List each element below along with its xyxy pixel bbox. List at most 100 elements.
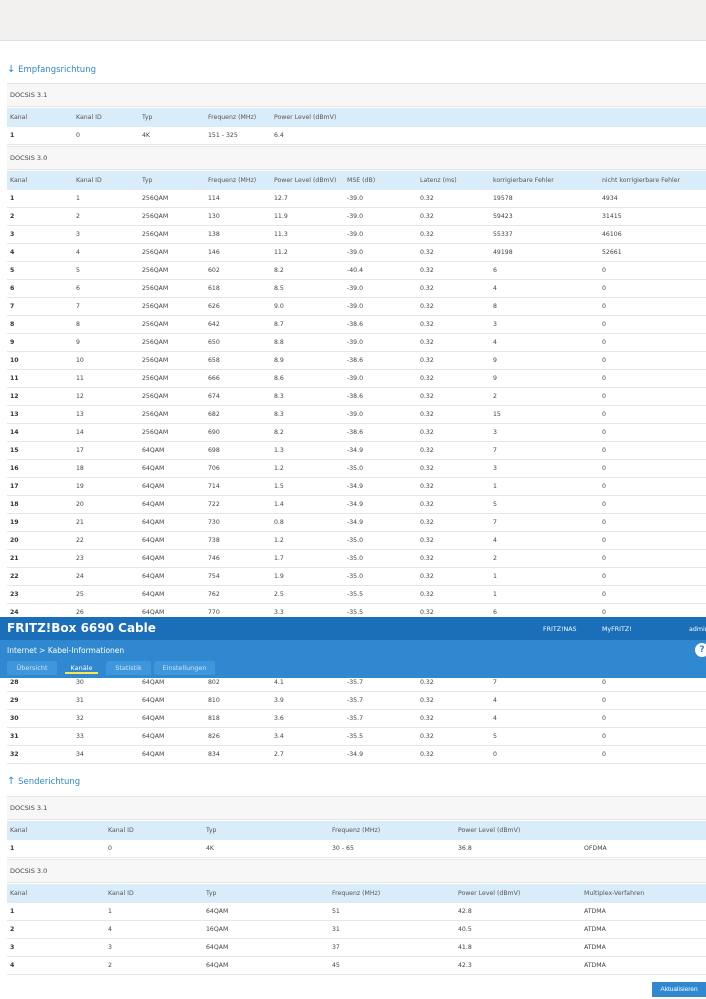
table-cell: 1: [493, 483, 497, 490]
table-cell: 31415: [602, 213, 622, 220]
group-header-docsis31-down: DOCSIS 3.1: [7, 83, 706, 107]
tab-statistik[interactable]: Statistik: [106, 661, 151, 675]
column-header: Frequenz (MHz): [332, 890, 381, 897]
table-cell: 0: [602, 447, 606, 454]
table-row: 2 4 16QAM 31 40.5 ATDMA: [7, 921, 706, 939]
table-cell: 0.32: [420, 429, 434, 436]
table-cell: 11: [76, 375, 84, 382]
refresh-button[interactable]: Aktualisieren: [652, 982, 706, 997]
table-cell: 6: [493, 267, 497, 274]
table-cell: 256QAM: [142, 375, 169, 382]
table-cell: 64QAM: [142, 591, 165, 598]
table-cell: 21: [76, 519, 84, 526]
table-cell: 0.32: [420, 519, 434, 526]
table-cell: 2: [10, 213, 15, 220]
tab-uebersicht[interactable]: Übersicht: [7, 661, 57, 675]
table-cell: 7: [493, 519, 497, 526]
table-row: 17 19 64QAM 714 1.5 -34.9 0.32 1 0: [7, 478, 706, 496]
active-tab-underline: [65, 672, 98, 674]
table-cell: 9: [76, 339, 80, 346]
tab-einstellungen[interactable]: Einstellungen: [154, 661, 215, 675]
table-cell: 738: [208, 537, 220, 544]
table-cell: 36.8: [458, 845, 472, 852]
table-cell: 834: [208, 751, 220, 758]
table-row: 29 31 64QAM 810 3.9 -35.7 0.32 4 0: [7, 692, 706, 710]
table-row: 1 1 256QAM 114 12.7 -39.0 0.32 19578 4934: [7, 190, 706, 208]
table-cell: 658: [208, 357, 220, 364]
table-cell: 256QAM: [142, 321, 169, 328]
group-header-docsis31-up: DOCSIS 3.1: [7, 796, 706, 820]
table-cell: 1: [493, 573, 497, 580]
link-admin[interactable]: admin: [689, 626, 706, 633]
tab-kanaele[interactable]: Kanäle: [60, 661, 103, 675]
table-cell: 256QAM: [142, 285, 169, 292]
table-cell: 151 - 325: [208, 132, 238, 139]
help-icon[interactable]: ?: [695, 643, 706, 657]
column-header: Frequenz (MHz): [208, 114, 257, 121]
table-cell: 714: [208, 483, 220, 490]
table-cell: 0: [602, 591, 606, 598]
table-cell: 9: [493, 375, 497, 382]
table-cell: 64QAM: [142, 501, 165, 508]
table-cell: 3: [10, 231, 15, 238]
column-header: Latenz (ms): [420, 177, 457, 184]
table-cell: 682: [208, 411, 220, 418]
table-cell: 0: [602, 555, 606, 562]
table-cell: 8: [76, 321, 80, 328]
table-cell: 0.32: [420, 483, 434, 490]
table-cell: 3: [10, 944, 15, 951]
table-cell: 626: [208, 303, 220, 310]
table-row: 10 10 256QAM 658 8.9 -38.6 0.32 9 0: [7, 352, 706, 370]
group-header-docsis30-down: DOCSIS 3.0: [7, 146, 706, 170]
tab-label: Einstellungen: [162, 664, 207, 672]
table-row: 7 7 256QAM 626 9.0 -39.0 0.32 8 0: [7, 298, 706, 316]
table-cell: 9: [493, 357, 497, 364]
table-cell: 17: [76, 447, 84, 454]
breadcrumb-bar: Internet > Kabel-Informationen ? Übersic…: [0, 640, 706, 678]
table-cell: 64QAM: [142, 697, 165, 704]
link-myfritz[interactable]: MyFRITZ!: [602, 626, 632, 633]
table-cell: 0.32: [420, 231, 434, 238]
table-cell: 256QAM: [142, 231, 169, 238]
table-cell: -39.0: [347, 213, 364, 220]
table-cell: 0.32: [420, 357, 434, 364]
table-cell: 256QAM: [142, 267, 169, 274]
table-cell: -40.4: [347, 267, 364, 274]
table-cell: 29: [10, 697, 19, 704]
table-cell: 2: [10, 926, 15, 933]
table-cell: -39.0: [347, 231, 364, 238]
column-header: Power Level (dBmV): [458, 890, 521, 897]
table-cell: 19578: [493, 195, 513, 202]
column-header: Kanal: [10, 114, 28, 121]
table-cell: 31: [10, 733, 19, 740]
table-cell: 3.4: [274, 733, 284, 740]
table-cell: 8.7: [274, 321, 284, 328]
table-cell: 20: [76, 501, 84, 508]
table-cell: -39.0: [347, 339, 364, 346]
table-cell: 0.32: [420, 213, 434, 220]
link-fritznas[interactable]: FRITZ!NAS: [543, 626, 577, 633]
column-header: Kanal ID: [76, 114, 102, 121]
table-cell: 64QAM: [142, 573, 165, 580]
section-title-downstream: ↓ Empfangsrichtung: [7, 64, 96, 75]
table-cell: 1: [10, 132, 15, 139]
table-cell: 32: [10, 751, 19, 758]
table-cell: 11.2: [274, 249, 288, 256]
table-header: Kanal Kanal ID Typ Frequenz (MHz) Power Leve…: [7, 884, 706, 903]
table-cell: -35.0: [347, 573, 364, 580]
group-header-docsis30-up: DOCSIS 3.0: [7, 859, 706, 883]
column-header: Power Level (dBmV): [274, 114, 337, 121]
section-title-upstream: ↑ Senderichtung: [7, 776, 80, 787]
table-cell: 256QAM: [142, 303, 169, 310]
table-row: 31 33 64QAM 826 3.4 -35.5 0.32 5 0: [7, 728, 706, 746]
top-bar: FRITZ!Box 6690 Cable FRITZ!NAS MyFRITZ! …: [0, 617, 706, 640]
table-cell: 8.2: [274, 429, 284, 436]
table-cell: -35.0: [347, 555, 364, 562]
table-cell: 16: [10, 465, 19, 472]
table-cell: 8.9: [274, 357, 284, 364]
table-cell: 826: [208, 733, 220, 740]
table-cell: 8.3: [274, 393, 284, 400]
table-cell: 11: [10, 375, 19, 382]
table-cell: 2: [493, 555, 497, 562]
table-cell: 3: [76, 231, 80, 238]
